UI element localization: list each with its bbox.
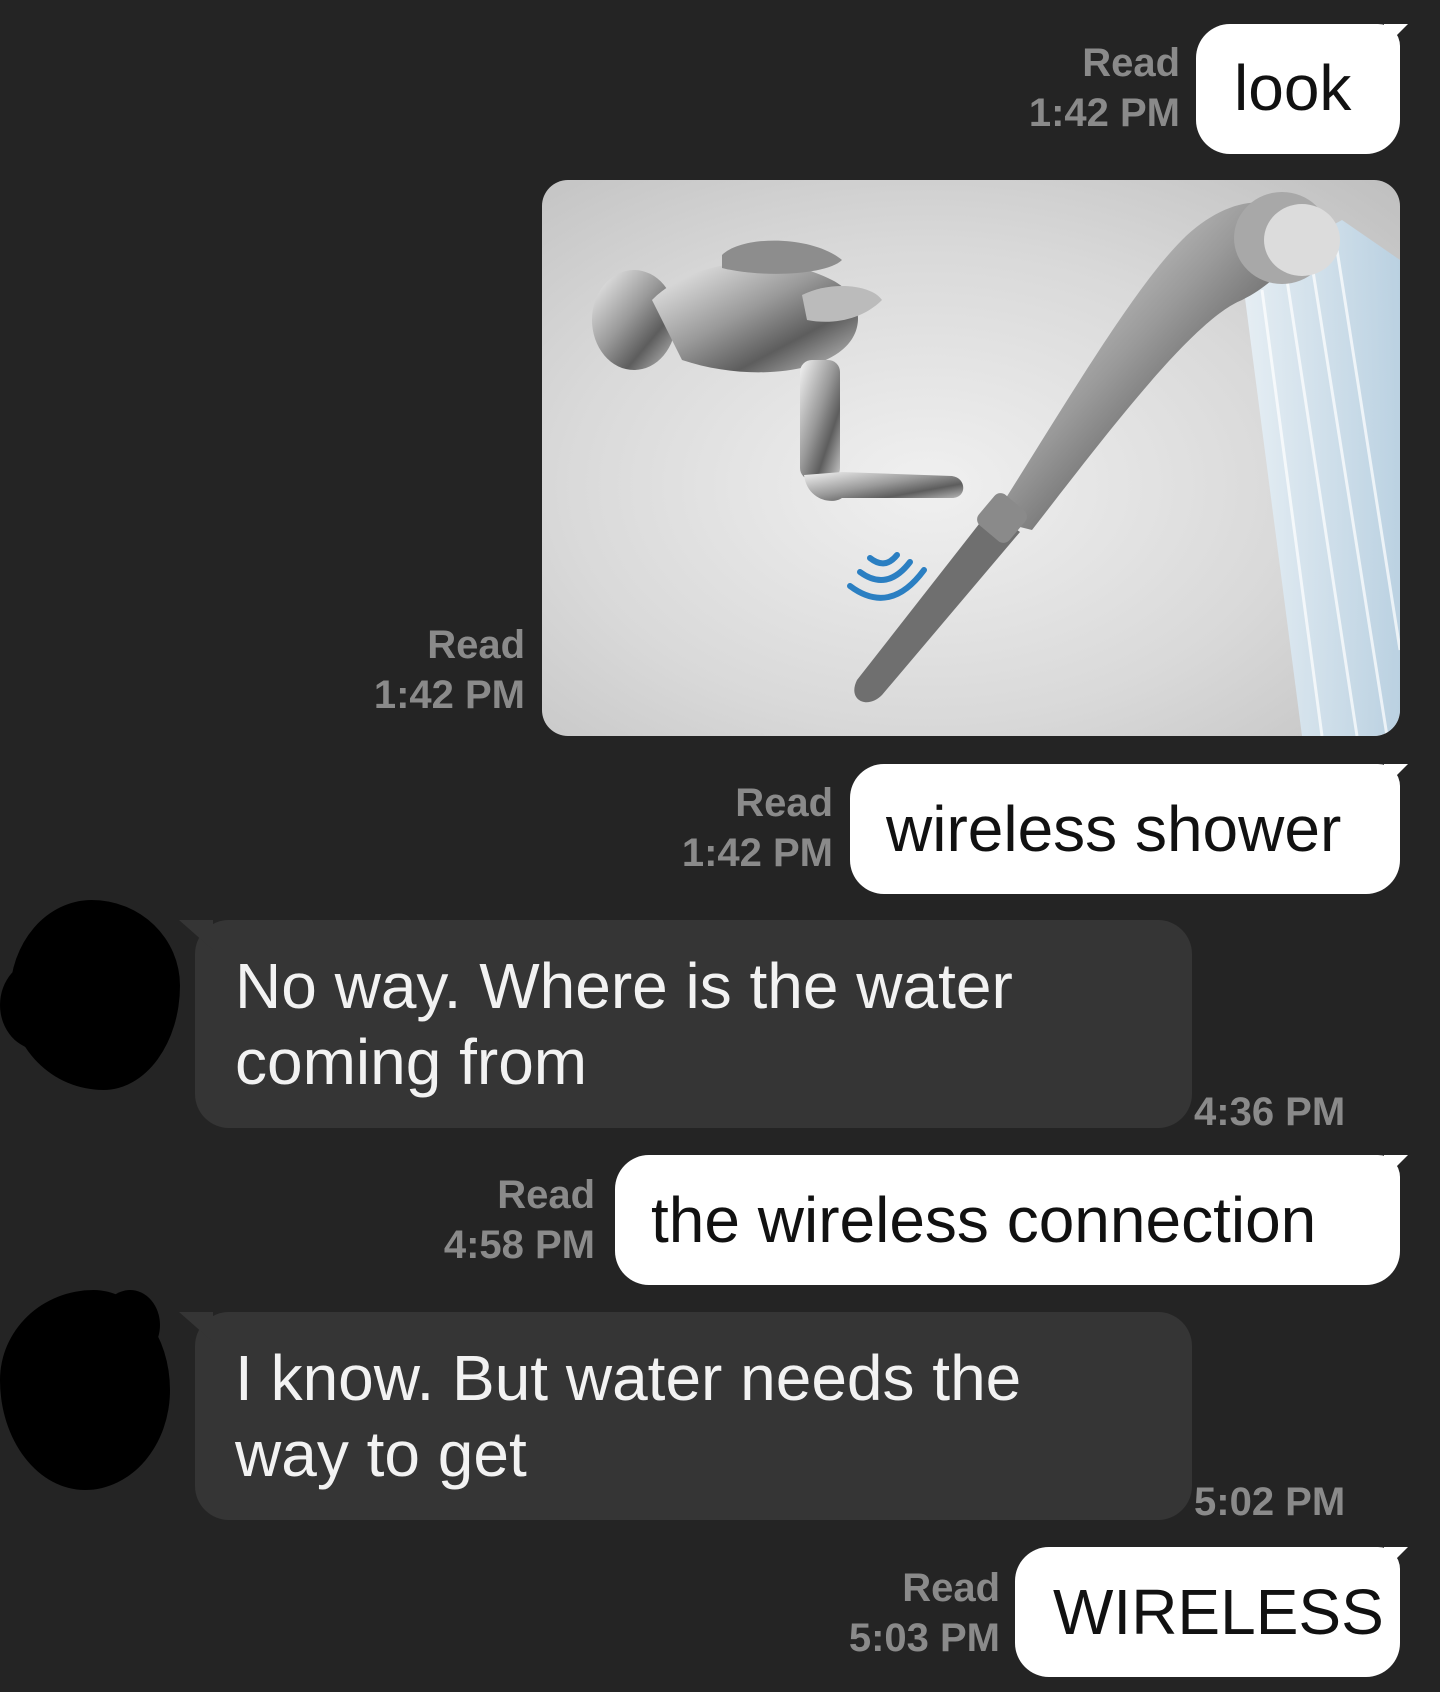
received-message-bubble[interactable]: No way. Where is the water coming from: [195, 920, 1192, 1128]
message-time: 1:42 PM: [373, 673, 525, 717]
message-status: Read 1:42 PM: [930, 38, 1180, 138]
read-receipt: Read: [1082, 41, 1180, 85]
message-time: 4:58 PM: [443, 1223, 595, 1267]
message-status: Read 1:42 PM: [583, 778, 833, 878]
received-message-bubble[interactable]: I know. But water needs the way to get: [195, 1312, 1192, 1520]
read-receipt: Read: [902, 1566, 1000, 1610]
message-text-line: way to get: [235, 1418, 527, 1490]
message-text-line: No way. Where is the water: [235, 950, 1013, 1022]
message-time: 5:02 PM: [1194, 1480, 1346, 1524]
message-time: 5:03 PM: [848, 1616, 1000, 1660]
read-receipt: Read: [427, 623, 525, 667]
avatar-redaction-blob: [0, 960, 80, 1050]
message-text-line: I know. But water needs the: [235, 1342, 1022, 1414]
chat-screen: { "messages": [ {"direction": "out", "te…: [0, 0, 1440, 1692]
sent-message-bubble[interactable]: wireless shower: [850, 764, 1400, 894]
wireless-shower-photo[interactable]: [542, 180, 1400, 736]
message-text-line: coming from: [235, 1026, 588, 1098]
read-receipt: Read: [735, 781, 833, 825]
water-spray: [1242, 220, 1400, 736]
sent-message-bubble[interactable]: look: [1196, 24, 1400, 154]
message-time: 1:42 PM: [681, 831, 833, 875]
message-text: wireless shower: [886, 793, 1342, 865]
read-receipt: Read: [497, 1173, 595, 1217]
message-status: Read 5:03 PM: [750, 1563, 1000, 1663]
message-time: 4:36 PM: [1194, 1090, 1346, 1134]
message-status: Read 1:42 PM: [275, 620, 525, 720]
message-text: WIRELESS: [1053, 1576, 1384, 1648]
sent-message-bubble[interactable]: WIRELESS: [1015, 1547, 1400, 1677]
message-time: 1:42 PM: [1028, 91, 1180, 135]
shower-illustration: [592, 192, 1400, 736]
message-text: look: [1234, 52, 1352, 124]
avatar-redaction-blob: [100, 1290, 160, 1360]
sent-message-bubble[interactable]: the wireless connection: [615, 1155, 1400, 1285]
message-text: the wireless connection: [651, 1184, 1317, 1256]
message-status: Read 4:58 PM: [345, 1170, 595, 1270]
